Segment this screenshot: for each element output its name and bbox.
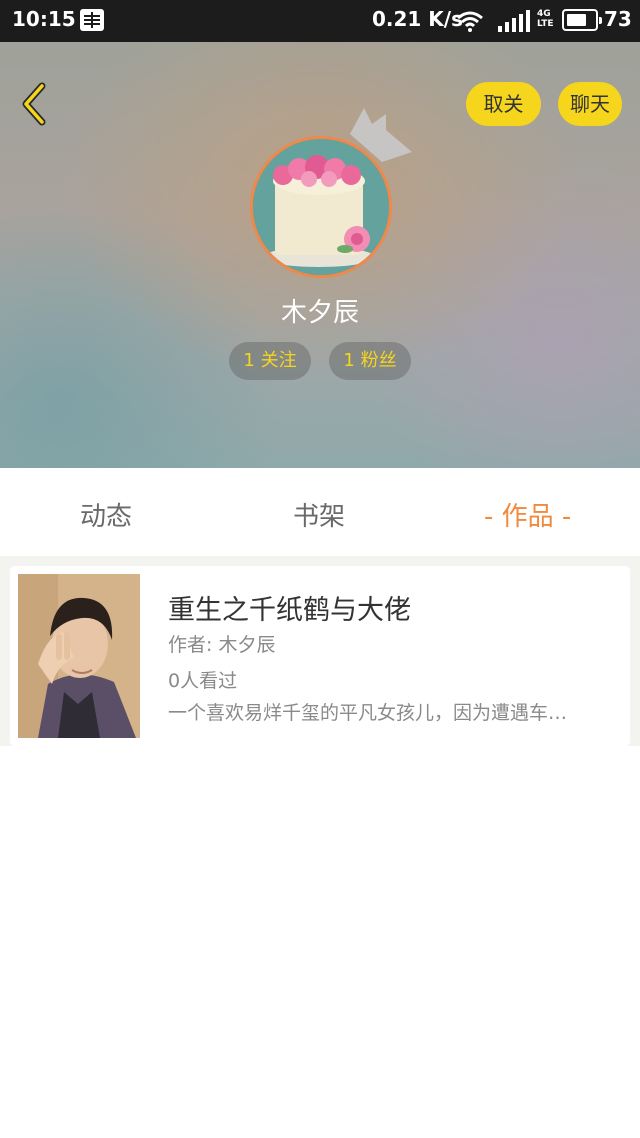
reader-icon	[80, 9, 104, 31]
book-cover[interactable]	[18, 574, 140, 738]
profile-header: 取关 聊天 木夕辰 1 关注 1 粉丝	[0, 42, 640, 468]
status-bar: 10:15 0.21 K/s 4G LTE 73	[0, 0, 640, 42]
battery-percent: 73	[604, 7, 632, 31]
cover-image	[18, 574, 140, 738]
book-title: 重生之千纸鹤与大佬	[168, 595, 411, 626]
works-list: 重生之千纸鹤与大佬 作者: 木夕辰 0人看过 一个喜欢易烊千玺的平凡女孩儿，因为…	[0, 556, 640, 746]
following-count[interactable]: 1 关注	[229, 342, 311, 380]
wifi-icon	[457, 11, 483, 32]
battery-icon	[562, 9, 602, 31]
signal-icon	[498, 10, 532, 32]
book-description: 一个喜欢易烊千玺的平凡女孩儿，因为遭遇车…	[168, 702, 568, 724]
chevron-left-icon[interactable]	[14, 80, 54, 128]
unfollow-button[interactable]: 取关	[466, 82, 541, 126]
status-time: 10:15	[12, 7, 76, 31]
network-type: 4G LTE	[537, 9, 554, 29]
username: 木夕辰	[280, 298, 359, 328]
avatar[interactable]	[250, 136, 392, 278]
book-author-row: 作者: 木夕辰	[168, 630, 275, 657]
tab-works[interactable]: - 作品 -	[484, 496, 571, 533]
book-author: 木夕辰	[218, 634, 276, 656]
network-speed: 0.21 K/s	[372, 7, 464, 31]
tab-bookshelf[interactable]: 书架	[293, 496, 345, 533]
fans-count[interactable]: 1 粉丝	[329, 342, 411, 380]
author-label: 作者:	[168, 634, 219, 656]
cake-image	[253, 139, 389, 275]
chat-button[interactable]: 聊天	[558, 82, 622, 126]
book-views: 0人看过	[168, 670, 238, 692]
list-item[interactable]: 重生之千纸鹤与大佬 作者: 木夕辰 0人看过 一个喜欢易烊千玺的平凡女孩儿，因为…	[10, 566, 630, 746]
tab-dynamic[interactable]: 动态	[80, 496, 132, 533]
tab-bar: 动态 书架 - 作品 -	[0, 468, 640, 557]
